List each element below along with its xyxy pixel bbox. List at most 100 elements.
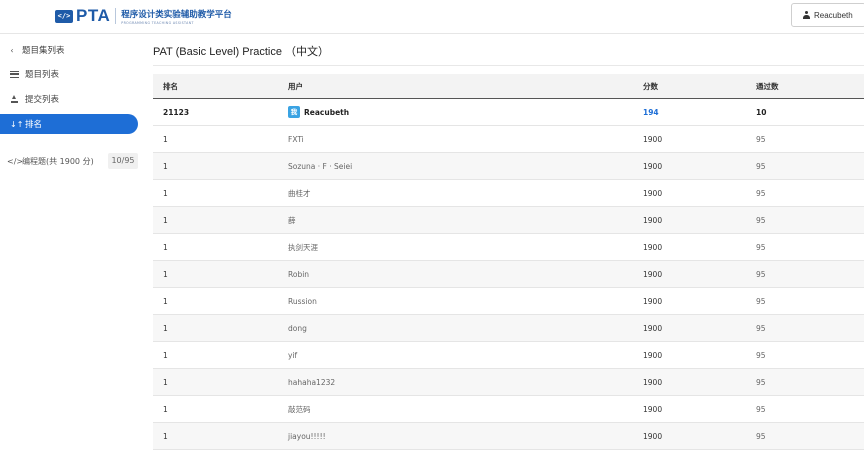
cell-user[interactable]: 曲桂才 xyxy=(288,180,311,206)
cell-passed: 95 xyxy=(756,377,766,387)
cell-score: 1900 xyxy=(643,296,663,306)
cell-passed: 10 xyxy=(756,107,767,117)
cell-user[interactable]: dong xyxy=(288,315,307,341)
cell-rank: 1 xyxy=(163,269,168,279)
sidebar-item-ranking[interactable]: ↓↑ 排名 xyxy=(0,114,138,134)
column-header-passed[interactable]: 通过数 xyxy=(756,74,779,98)
user-name: Reacubeth xyxy=(814,10,853,20)
table-row: 1 dong 1900 95 xyxy=(153,315,864,342)
table-row: 1 执剑天涯 1900 95 xyxy=(153,234,864,261)
cell-rank: 1 xyxy=(163,161,168,171)
user-menu-button[interactable]: Reacubeth xyxy=(791,3,864,27)
upload-icon xyxy=(10,95,19,103)
sidebar-item-submissions[interactable]: 提交列表 xyxy=(0,89,138,109)
cell-user[interactable]: FXTi xyxy=(288,126,304,152)
cell-score: 1900 xyxy=(643,188,663,198)
cell-rank: 1 xyxy=(163,215,168,225)
cell-rank: 1 xyxy=(163,242,168,252)
cell-user: 我 Reacubeth xyxy=(288,99,349,125)
page-title: PAT (Basic Level) Practice （中文） xyxy=(153,46,330,58)
cell-score: 194 xyxy=(643,107,659,117)
chevron-left-icon: ‹ xyxy=(10,45,14,55)
table-row: 1 FXTi 1900 95 xyxy=(153,126,864,153)
cell-score: 1900 xyxy=(643,377,663,387)
cell-user[interactable]: yif xyxy=(288,342,297,368)
code-icon: </> xyxy=(7,156,24,166)
cell-rank: 1 xyxy=(163,134,168,144)
table-row: 1 Robin 1900 95 xyxy=(153,261,864,288)
table-row: 1 Russion 1900 95 xyxy=(153,288,864,315)
divider xyxy=(153,65,864,66)
logo-text: PTA xyxy=(76,6,111,25)
sort-icon: ↓↑ xyxy=(10,119,24,129)
column-header-rank: 排名 xyxy=(163,81,178,91)
sidebar-problem-group[interactable]: </> 编程题(共 1900 分) 10/95 xyxy=(0,151,138,171)
pta-logo[interactable]: </> PTA 程序设计类实验辅助教学平台 PROGRAMMING TEACHI… xyxy=(55,5,232,27)
table-row: 1 敲范码 1900 95 xyxy=(153,396,864,423)
logo-chinese-name: 程序设计类实验辅助教学平台 xyxy=(121,9,232,20)
table-row-current-user: 21123 我 Reacubeth 194 10 xyxy=(153,99,864,126)
problem-group-label: 编程题(共 1900 分) xyxy=(22,156,94,166)
sidebar-back-to-problem-sets[interactable]: ‹ 题目集列表 xyxy=(0,40,138,60)
column-header-user: 用户 xyxy=(288,81,303,91)
cell-rank: 1 xyxy=(163,431,168,441)
cell-passed: 95 xyxy=(756,188,766,198)
cell-passed: 95 xyxy=(756,323,766,333)
table-row: 1 薛 1900 95 xyxy=(153,207,864,234)
list-icon xyxy=(10,70,19,78)
cell-rank: 1 xyxy=(163,323,168,333)
table-row: 1 曲桂才 1900 95 xyxy=(153,180,864,207)
cell-user[interactable]: Robin xyxy=(288,261,309,287)
sidebar-item-problems[interactable]: 题目列表 xyxy=(0,64,138,84)
cell-passed: 95 xyxy=(756,215,766,225)
cell-user[interactable]: 薛 xyxy=(288,207,296,233)
ranking-table: 排名 用户 分数 通过数 21123 我 Reacubeth 194 10 1 … xyxy=(153,74,864,450)
code-logo-icon: </> xyxy=(55,9,73,23)
cell-score: 1900 xyxy=(643,350,663,360)
cell-score: 1900 xyxy=(643,269,663,279)
top-navbar: </> PTA 程序设计类实验辅助教学平台 PROGRAMMING TEACHI… xyxy=(0,0,864,34)
sidebar: ‹ 题目集列表 题目列表 提交列表 ↓↑ 排名 </> 编程题(共 1900 分… xyxy=(0,35,140,454)
cell-rank: 1 xyxy=(163,377,168,387)
sidebar-item-label: 提交列表 xyxy=(25,95,60,105)
sidebar-item-label: 题目集列表 xyxy=(22,46,65,56)
progress-badge: 10/95 xyxy=(108,153,138,169)
cell-score: 1900 xyxy=(643,431,663,441)
cell-user[interactable]: Sozuna · F · Seiei xyxy=(288,153,352,179)
table-header: 排名 用户 分数 通过数 xyxy=(153,74,864,99)
cell-score: 1900 xyxy=(643,404,663,414)
cell-passed: 95 xyxy=(756,134,766,144)
cell-score: 1900 xyxy=(643,242,663,252)
cell-rank: 21123 xyxy=(163,107,190,117)
user-name[interactable]: Reacubeth xyxy=(304,108,349,117)
cell-passed: 95 xyxy=(756,242,766,252)
cell-passed: 95 xyxy=(756,431,766,441)
cell-passed: 95 xyxy=(756,269,766,279)
user-icon xyxy=(803,11,810,19)
cell-user[interactable]: 执剑天涯 xyxy=(288,234,318,260)
cell-score: 1900 xyxy=(643,215,663,225)
column-header-score[interactable]: 分数 xyxy=(643,74,658,98)
sidebar-item-label: 题目列表 xyxy=(25,70,60,80)
cell-user[interactable]: Russion xyxy=(288,288,317,314)
table-row: 1 jiayou!!!!! 1900 95 xyxy=(153,423,864,450)
table-row: 1 Sozuna · F · Seiei 1900 95 xyxy=(153,153,864,180)
cell-user[interactable]: 敲范码 xyxy=(288,396,311,422)
cell-rank: 1 xyxy=(163,296,168,306)
sidebar-item-label: 排名 xyxy=(25,120,43,130)
cell-score: 1900 xyxy=(643,134,663,144)
logo-divider xyxy=(115,8,117,24)
cell-user[interactable]: jiayou!!!!! xyxy=(288,423,326,449)
cell-user[interactable]: hahaha1232 xyxy=(288,369,335,395)
cell-score: 1900 xyxy=(643,323,663,333)
logo-subtitle: 程序设计类实验辅助教学平台 PROGRAMMING TEACHING ASSIS… xyxy=(121,8,232,25)
cell-rank: 1 xyxy=(163,188,168,198)
cell-passed: 95 xyxy=(756,296,766,306)
cell-passed: 95 xyxy=(756,161,766,171)
table-row: 1 yif 1900 95 xyxy=(153,342,864,369)
cell-passed: 95 xyxy=(756,404,766,414)
logo-english-name: PROGRAMMING TEACHING ASSISTANT xyxy=(121,20,194,25)
cell-rank: 1 xyxy=(163,350,168,360)
cell-passed: 95 xyxy=(756,350,766,360)
table-row: 1 hahaha1232 1900 95 xyxy=(153,369,864,396)
